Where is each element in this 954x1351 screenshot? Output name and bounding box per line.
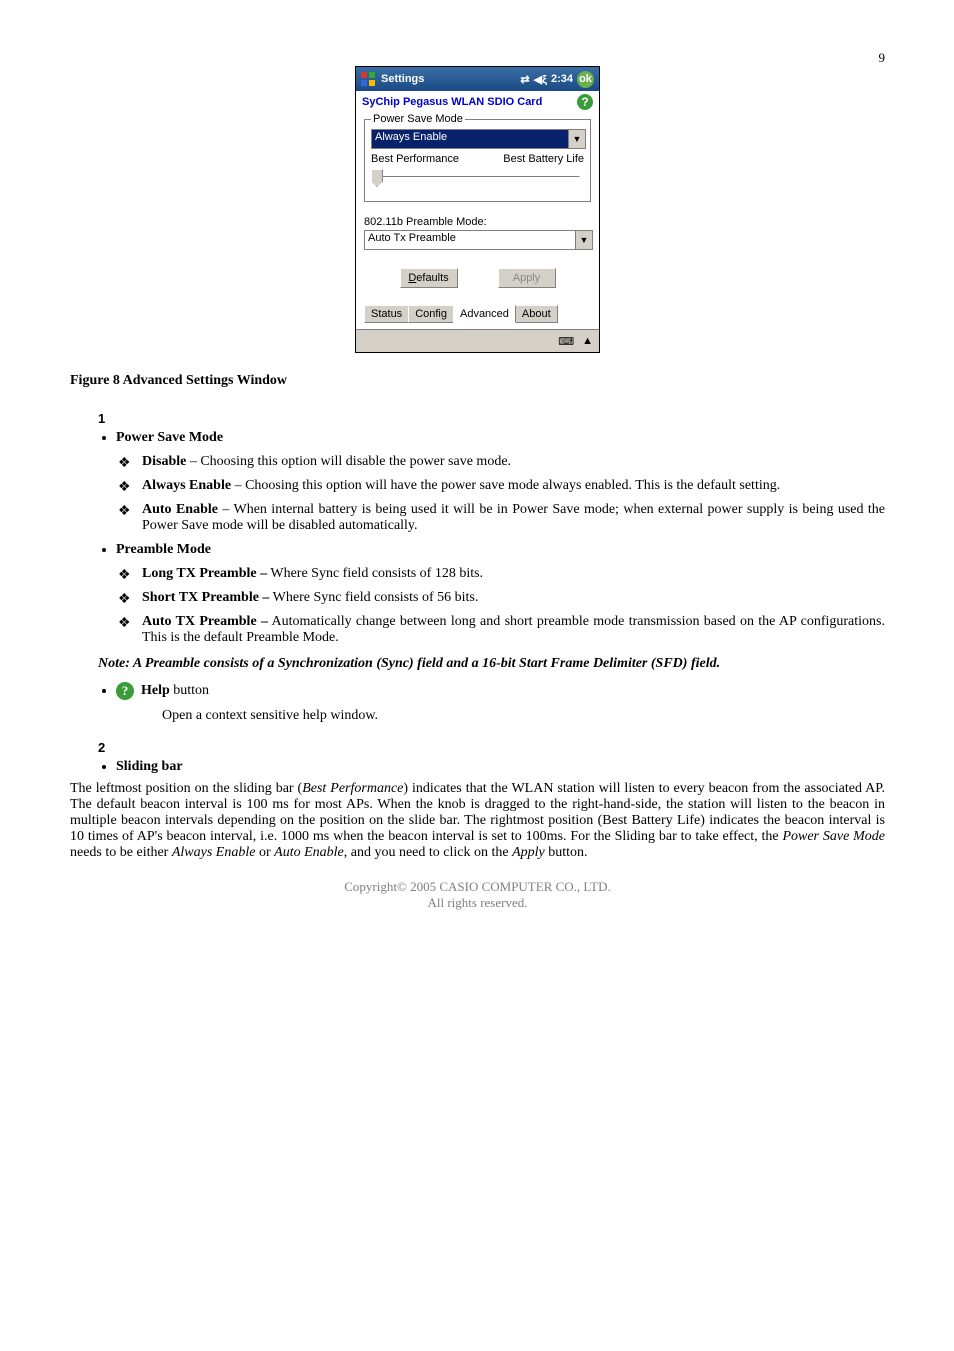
up-icon[interactable]: ▲ — [580, 335, 595, 347]
bottom-bar: ⌨ ▲ — [356, 329, 599, 352]
ok-button[interactable]: ok — [577, 71, 594, 88]
apply-button[interactable]: Apply — [498, 268, 556, 288]
preamble-label: 802.11b Preamble Mode: — [364, 216, 591, 228]
section-1-number: 1 — [98, 411, 885, 426]
slider-knob[interactable] — [371, 169, 383, 187]
tab-about[interactable]: About — [515, 305, 558, 323]
titlebar: Settings ⇄ ◀ξ 2:34 ok — [356, 67, 599, 91]
slider-left-label: Best Performance — [371, 153, 459, 165]
disable-item: Disable – Choosing this option will disa… — [118, 454, 885, 470]
footer: Copyright© 2005 CASIO COMPUTER CO., LTD.… — [70, 879, 885, 911]
start-icon[interactable] — [359, 70, 377, 88]
auto-enable-item: Auto Enable – When internal battery is b… — [118, 502, 885, 534]
long-tx-item: Long TX Preamble – Where Sync field cons… — [118, 566, 885, 582]
app-title-row: SyChip Pegasus WLAN SDIO Card ? — [356, 91, 599, 113]
psm-legend: Power Save Mode — [371, 113, 465, 125]
window-title: Settings — [381, 73, 518, 85]
slider-labels: Best Performance Best Battery Life — [371, 153, 584, 165]
help-description: Open a context sensitive help window. — [162, 708, 885, 724]
slider-right-label: Best Battery Life — [503, 153, 584, 165]
copyright-line: Copyright© 2005 CASIO COMPUTER CO., LTD. — [70, 879, 885, 895]
figure-caption: Figure 8 Advanced Settings Window — [70, 373, 885, 389]
psm-dropdown[interactable]: Always Enable ▼ — [371, 129, 586, 149]
app-title: SyChip Pegasus WLAN SDIO Card — [362, 96, 542, 108]
connectivity-icon[interactable]: ⇄ — [520, 73, 529, 86]
chevron-down-icon[interactable]: ▼ — [568, 130, 585, 148]
settings-screenshot: Settings ⇄ ◀ξ 2:34 ok SyChip Pegasus WLA… — [355, 66, 600, 353]
short-tx-item: Short TX Preamble – Where Sync field con… — [118, 590, 885, 606]
preamble-mode-heading: Preamble Mode — [116, 542, 885, 558]
preamble-note: Note: A Preamble consists of a Synchroni… — [98, 656, 857, 672]
power-save-mode-group: Power Save Mode Always Enable ▼ Best Per… — [364, 113, 591, 202]
help-icon: ? — [116, 682, 134, 700]
page-number: 9 — [70, 50, 885, 66]
help-button-item: ? Help button — [116, 682, 885, 700]
clock[interactable]: 2:34 — [551, 73, 573, 85]
speaker-icon[interactable]: ◀ξ — [534, 73, 547, 86]
tab-advanced[interactable]: Advanced — [453, 305, 516, 323]
preamble-selected: Auto Tx Preamble — [365, 231, 575, 249]
power-save-mode-heading: Power Save Mode — [116, 430, 885, 446]
chevron-down-icon[interactable]: ▼ — [575, 231, 592, 249]
psm-selected: Always Enable — [372, 130, 568, 148]
system-tray: ⇄ ◀ξ 2:34 ok — [518, 71, 596, 88]
sliding-bar-heading: Sliding bar — [116, 759, 885, 775]
button-row: Defaults Apply — [364, 268, 591, 288]
preamble-dropdown[interactable]: Auto Tx Preamble ▼ — [364, 230, 593, 250]
tabs-row: Status Config Advanced About — [364, 304, 591, 323]
sliding-bar-paragraph: The leftmost position on the sliding bar… — [70, 781, 885, 861]
tab-config[interactable]: Config — [408, 305, 454, 323]
rights-line: All rights reserved. — [70, 895, 885, 911]
performance-slider[interactable] — [371, 167, 584, 187]
section-2-number: 2 — [98, 740, 885, 755]
slider-rail — [375, 176, 580, 181]
auto-tx-item: Auto TX Preamble – Automatically change … — [118, 614, 885, 646]
help-icon[interactable]: ? — [577, 94, 593, 110]
keyboard-icon[interactable]: ⌨ — [556, 335, 576, 348]
content-area: Power Save Mode Always Enable ▼ Best Per… — [356, 113, 599, 329]
defaults-button[interactable]: Defaults — [400, 268, 458, 288]
always-enable-item: Always Enable – Choosing this option wil… — [118, 478, 885, 494]
tab-status[interactable]: Status — [364, 305, 409, 323]
